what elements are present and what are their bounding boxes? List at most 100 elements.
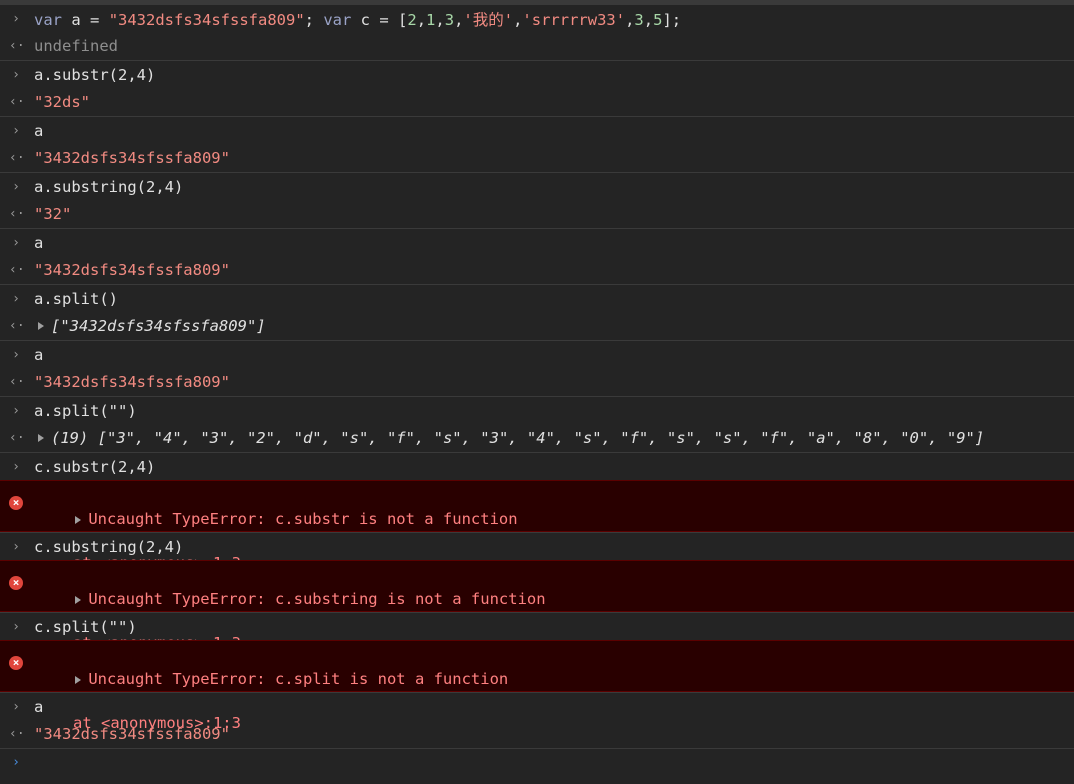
identifier: a bbox=[71, 10, 81, 29]
number-literal: 3 bbox=[634, 10, 644, 29]
chevron-right-icon: › bbox=[12, 619, 20, 634]
chevron-right-icon: › bbox=[12, 11, 20, 26]
return-arrow-icon: ‹· bbox=[9, 206, 25, 222]
chevron-right-icon: › bbox=[12, 179, 20, 194]
return-arrow-icon: ‹· bbox=[9, 430, 25, 446]
error-message: Uncaught TypeError: c.split is not a fun… bbox=[88, 670, 509, 688]
string-literal: '我的' bbox=[463, 10, 514, 29]
console-prompt[interactable]: › bbox=[0, 748, 1074, 770]
input-code: a.split("") bbox=[34, 401, 137, 420]
output-value: "32ds" bbox=[34, 93, 90, 111]
string-literal: 'srrrrrw33' bbox=[522, 10, 626, 29]
keyword: var bbox=[323, 10, 352, 29]
error-message: Uncaught TypeError: c.substring is not a… bbox=[88, 590, 546, 608]
input-code: c.substring(2,4) bbox=[34, 537, 184, 556]
punctuation: ]; bbox=[662, 10, 682, 29]
output-value: "3432dsfs34sfssfa809" bbox=[34, 373, 230, 391]
console-error-line[interactable]: × Uncaught TypeError: c.substr is not a … bbox=[0, 480, 1074, 572]
console-error-line[interactable]: × Uncaught TypeError: c.substring is not… bbox=[0, 560, 1074, 652]
console-output-line[interactable]: ‹· ["3432dsfs34sfssfa809"] bbox=[0, 312, 1074, 340]
console-output-line: ‹· undefined bbox=[0, 32, 1074, 60]
chevron-right-icon: › bbox=[12, 699, 20, 714]
error-circle-icon: × bbox=[9, 656, 23, 670]
keyword: var bbox=[34, 10, 62, 29]
chevron-right-icon: › bbox=[12, 347, 20, 362]
console-output-line[interactable]: ‹· (19) ["3", "4", "3", "2", "d", "s", "… bbox=[0, 424, 1074, 452]
chevron-right-icon: › bbox=[12, 539, 20, 554]
console-input-line[interactable]: › a.substr(2,4) bbox=[0, 60, 1074, 88]
return-arrow-icon: ‹· bbox=[9, 150, 25, 166]
input-code: c.substr(2,4) bbox=[34, 457, 156, 476]
console-input-line[interactable]: › a.split("") bbox=[0, 396, 1074, 424]
console-input-line[interactable]: › a bbox=[0, 228, 1074, 256]
output-value: "32" bbox=[34, 205, 72, 223]
chevron-right-icon: › bbox=[12, 755, 20, 770]
console-output-line: ‹· "3432dsfs34sfssfa809" bbox=[0, 368, 1074, 396]
punctuation: , bbox=[454, 10, 464, 29]
console-input-line[interactable]: › a bbox=[0, 692, 1074, 720]
chevron-right-icon: › bbox=[12, 235, 20, 250]
chevron-right-icon: › bbox=[12, 459, 20, 474]
string-literal: "3432dsfs34sfssfa809" bbox=[108, 10, 305, 29]
identifier: c bbox=[360, 10, 371, 29]
expand-triangle-icon[interactable] bbox=[75, 676, 82, 684]
console-error-line[interactable]: × Uncaught TypeError: c.split is not a f… bbox=[0, 640, 1074, 732]
output-value: "3432dsfs34sfssfa809" bbox=[34, 261, 230, 279]
console-input-line[interactable]: › c.split("") bbox=[0, 612, 1074, 640]
console-output-line: ‹· "3432dsfs34sfssfa809" bbox=[0, 720, 1074, 748]
chevron-right-icon: › bbox=[12, 403, 20, 418]
console-output-line: ‹· "3432dsfs34sfssfa809" bbox=[0, 256, 1074, 284]
expand-triangle-icon[interactable] bbox=[38, 434, 44, 442]
array-length: (19) bbox=[51, 429, 89, 447]
console-output-line: ‹· "32" bbox=[0, 200, 1074, 228]
return-arrow-icon: ‹· bbox=[9, 94, 25, 110]
return-arrow-icon: ‹· bbox=[9, 38, 25, 54]
punctuation: , bbox=[416, 10, 427, 29]
operator: = [ bbox=[370, 10, 408, 29]
console-input-line[interactable]: › c.substring(2,4) bbox=[0, 532, 1074, 560]
console-output-line: ‹· "32ds" bbox=[0, 88, 1074, 116]
input-code: a bbox=[34, 121, 44, 140]
output-value: "3432dsfs34sfssfa809" bbox=[34, 149, 230, 167]
input-code: a bbox=[34, 345, 44, 364]
return-arrow-icon: ‹· bbox=[9, 318, 25, 334]
console-input-line[interactable]: › a.substring(2,4) bbox=[0, 172, 1074, 200]
error-circle-icon: × bbox=[9, 576, 23, 590]
return-arrow-icon: ‹· bbox=[9, 374, 25, 390]
expand-triangle-icon[interactable] bbox=[38, 322, 44, 330]
return-arrow-icon: ‹· bbox=[9, 262, 25, 278]
console-input-line[interactable]: › a bbox=[0, 340, 1074, 368]
output-value: "3432dsfs34sfssfa809" bbox=[34, 725, 230, 743]
input-code: a bbox=[34, 233, 44, 252]
operator: = bbox=[80, 10, 109, 29]
console-input-line[interactable]: › var a = "3432dsfs34sfssfa809"; var c =… bbox=[0, 4, 1074, 32]
punctuation: ; bbox=[304, 10, 324, 29]
expand-triangle-icon[interactable] bbox=[75, 516, 82, 524]
output-value: undefined bbox=[34, 37, 118, 55]
punctuation: , bbox=[643, 10, 654, 29]
console-input-line[interactable]: › a.split() bbox=[0, 284, 1074, 312]
input-code: a.split() bbox=[34, 289, 118, 308]
input-code: a.substring(2,4) bbox=[34, 177, 184, 196]
chevron-right-icon: › bbox=[12, 123, 20, 138]
expand-triangle-icon[interactable] bbox=[75, 596, 82, 604]
error-message: Uncaught TypeError: c.substr is not a fu… bbox=[88, 510, 518, 528]
console-input-line[interactable]: › c.substr(2,4) bbox=[0, 452, 1074, 480]
chevron-right-icon: › bbox=[12, 67, 20, 82]
number-literal: 3 bbox=[444, 10, 455, 29]
output-array[interactable]: ["3432dsfs34sfssfa809"] bbox=[51, 317, 266, 335]
console-output-line: ‹· "3432dsfs34sfssfa809" bbox=[0, 144, 1074, 172]
number-literal: 1 bbox=[426, 10, 436, 29]
chevron-right-icon: › bbox=[12, 291, 20, 306]
input-code: c.split("") bbox=[34, 617, 137, 636]
input-code: a bbox=[34, 697, 44, 716]
number-literal: 2 bbox=[407, 10, 417, 29]
console-input-line[interactable]: › a bbox=[0, 116, 1074, 144]
punctuation: , bbox=[435, 10, 445, 29]
error-circle-icon: × bbox=[9, 496, 23, 510]
output-array[interactable]: ["3", "4", "3", "2", "d", "s", "f", "s",… bbox=[98, 429, 985, 447]
return-arrow-icon: ‹· bbox=[9, 726, 25, 742]
input-code: a.substr(2,4) bbox=[34, 65, 156, 84]
